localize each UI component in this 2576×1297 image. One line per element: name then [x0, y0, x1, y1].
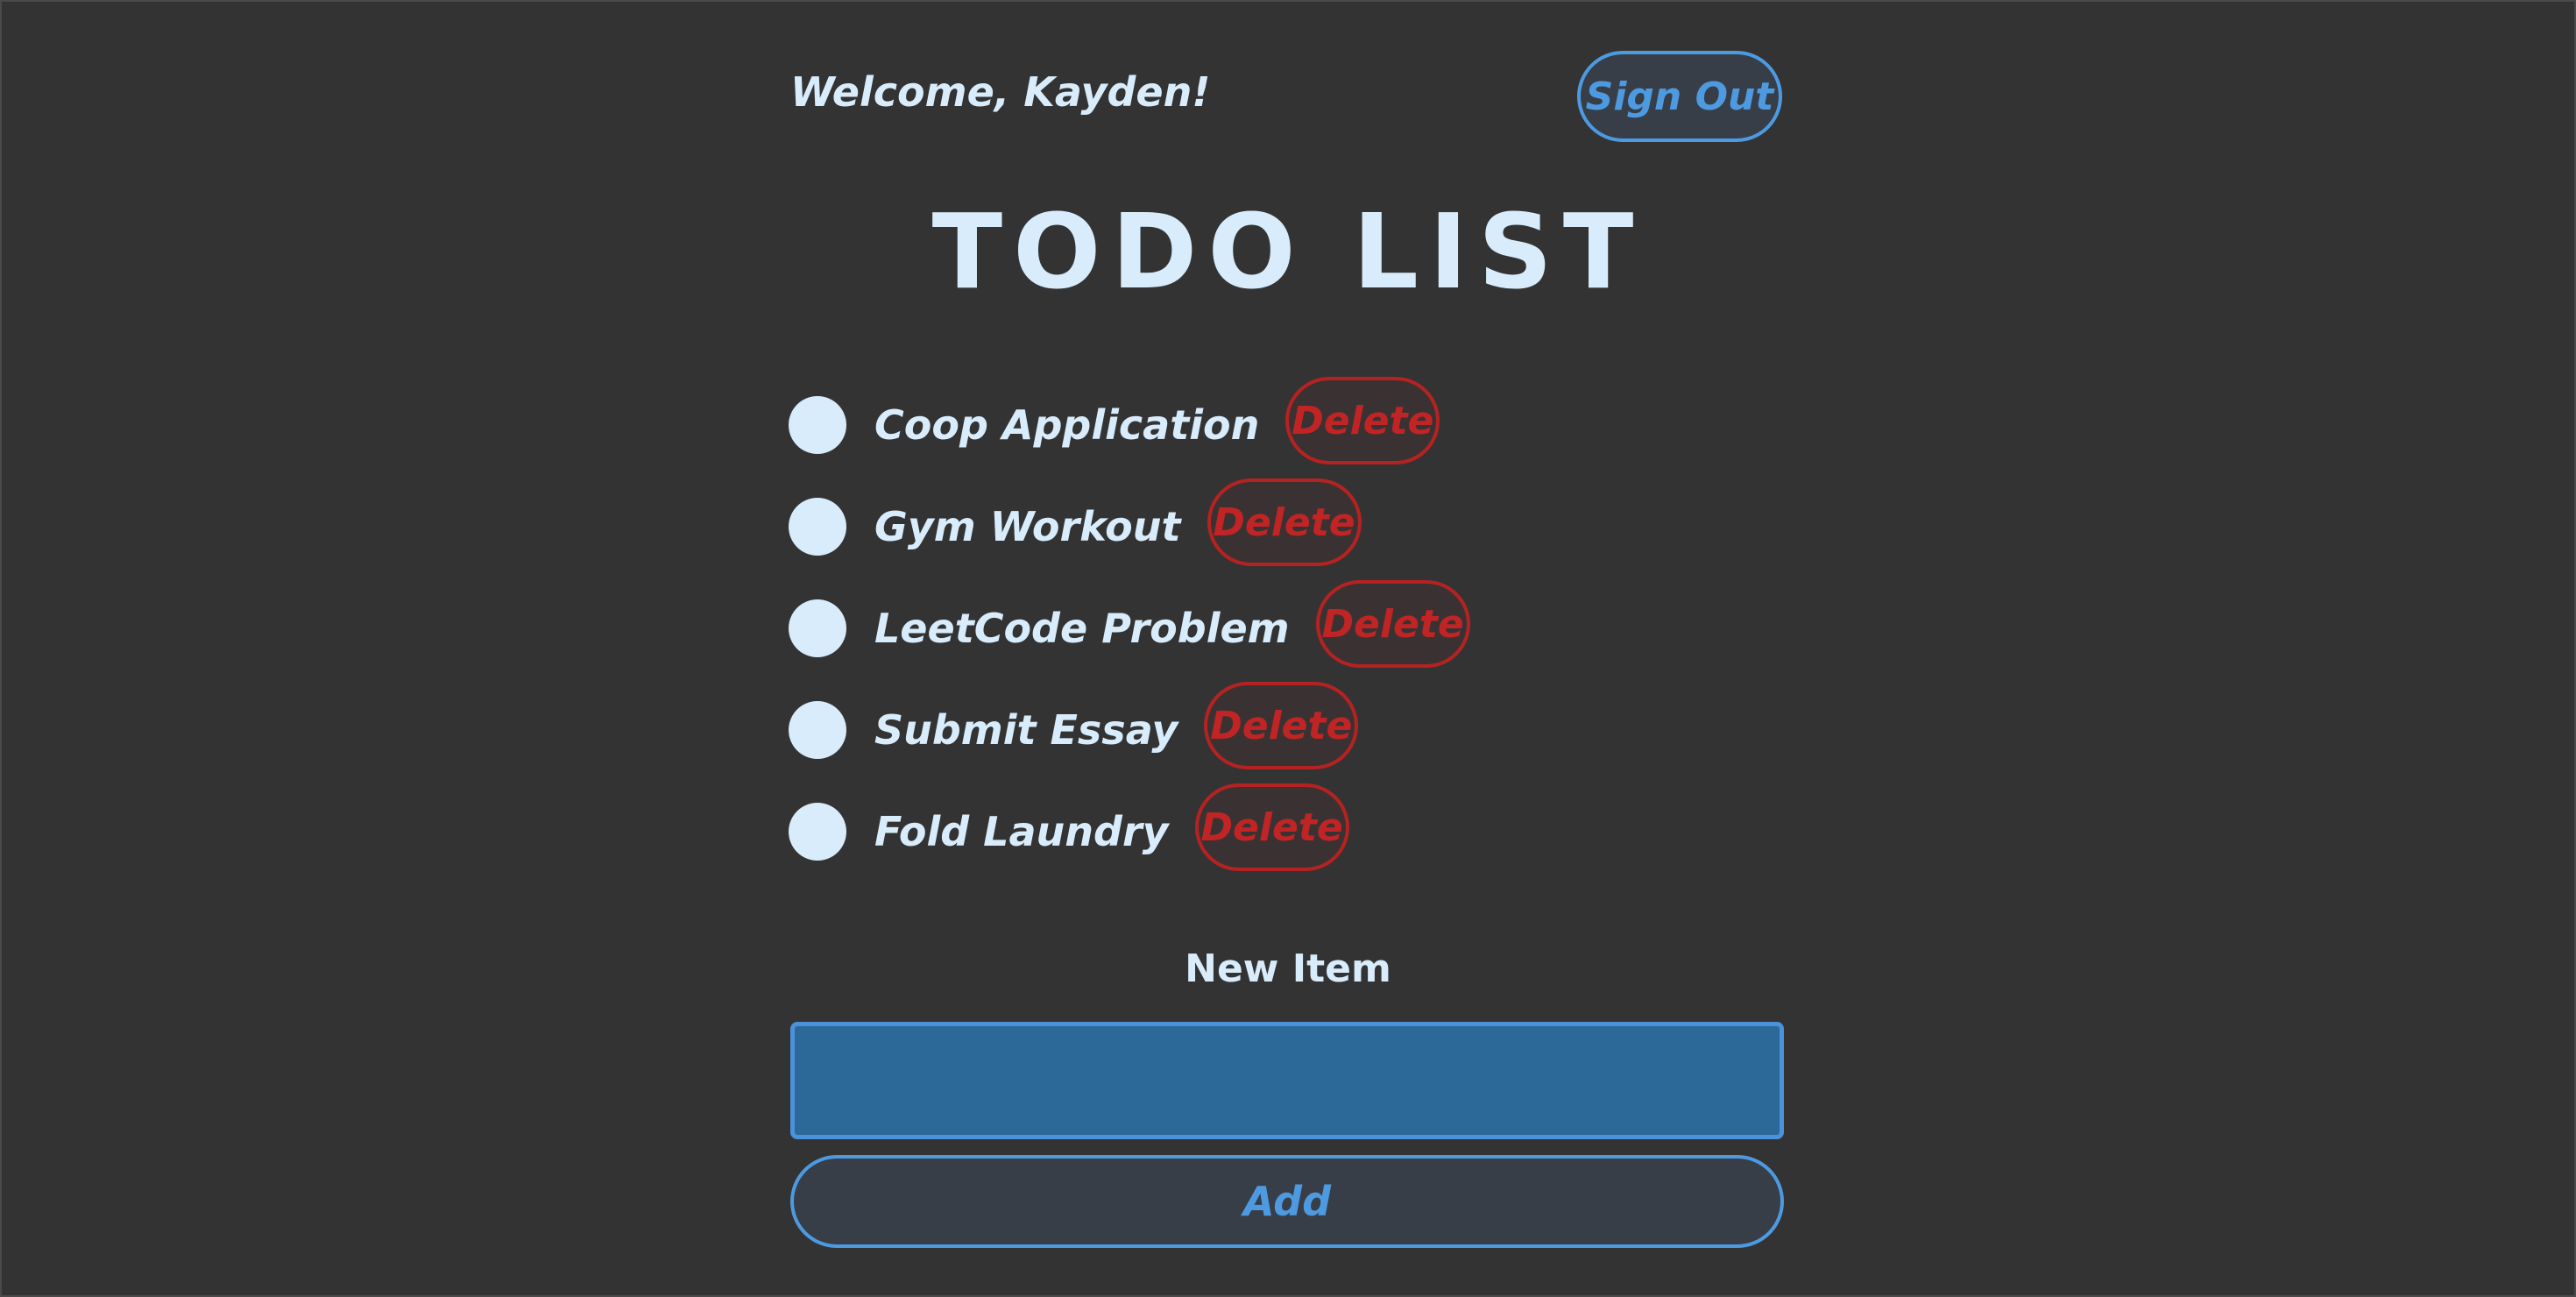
complete-toggle[interactable] [789, 599, 846, 657]
welcome-message: Welcome, Kayden! [790, 68, 1211, 116]
todo-item: Gym Workout Delete [789, 478, 1362, 566]
todo-item: Submit Essay Delete [789, 682, 1359, 769]
todo-item: Fold Laundry Delete [789, 783, 1349, 871]
todo-label: Coop Application [874, 401, 1260, 449]
complete-toggle[interactable] [789, 396, 846, 454]
delete-button[interactable]: Delete [1194, 783, 1349, 871]
todo-label: Fold Laundry [874, 808, 1169, 855]
delete-button[interactable]: Delete [1207, 478, 1362, 566]
add-button[interactable]: Add [790, 1155, 1784, 1248]
delete-button[interactable]: Delete [1315, 580, 1470, 668]
complete-toggle[interactable] [789, 498, 846, 556]
delete-button[interactable]: Delete [1204, 682, 1359, 769]
new-item-input[interactable] [790, 1022, 1784, 1139]
complete-toggle[interactable] [789, 803, 846, 861]
new-item-label: New Item [1185, 946, 1391, 991]
complete-toggle[interactable] [789, 701, 846, 759]
todo-label: Submit Essay [874, 706, 1178, 754]
sign-out-button[interactable]: Sign Out [1577, 51, 1782, 142]
todo-label: LeetCode Problem [874, 605, 1290, 652]
page-title: TODO LIST [931, 191, 1645, 312]
todo-item: LeetCode Problem Delete [789, 580, 1470, 668]
todo-item: Coop Application Delete [789, 377, 1440, 464]
delete-button[interactable]: Delete [1285, 377, 1440, 464]
todo-label: Gym Workout [874, 503, 1181, 550]
